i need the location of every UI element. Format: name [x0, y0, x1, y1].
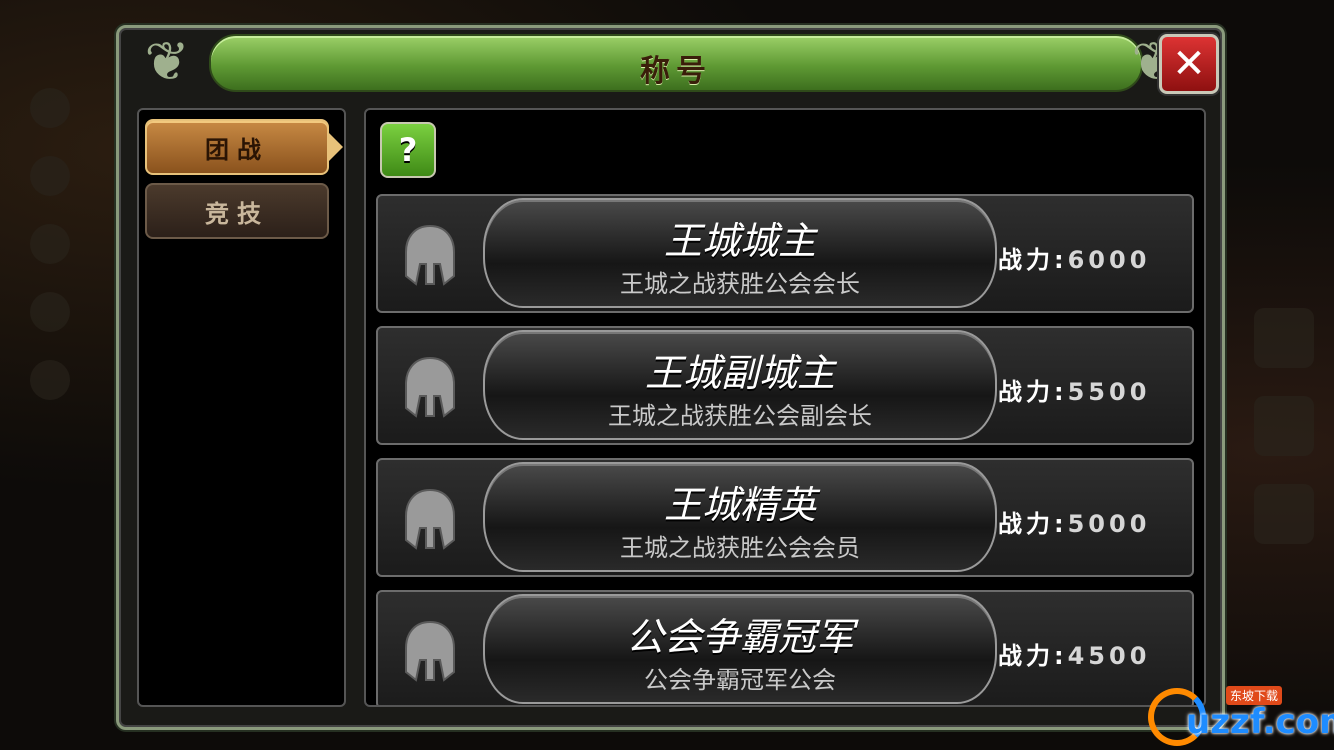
power-value: 战力:5000 — [998, 504, 1150, 539]
title-description: 王城之战获胜公会会长 — [620, 270, 860, 298]
tab-label: 竞技 — [205, 199, 269, 228]
power-label: 战力: — [998, 642, 1068, 670]
help-button[interactable]: ? — [380, 122, 436, 178]
titles-list-panel: ? 王城城主 王城之战获胜公会会长 战力:6000 王城副城主 王城之战获胜公会… — [364, 108, 1206, 707]
tab-label: 团战 — [205, 135, 269, 164]
background-right-menu — [1244, 280, 1324, 630]
watermark-text: uzzf.com — [1186, 702, 1334, 742]
question-icon: ? — [398, 131, 418, 169]
selected-arrow-icon — [329, 133, 343, 161]
helmet-icon — [405, 356, 455, 418]
background-icon — [1254, 484, 1314, 544]
helmet-icon — [405, 620, 455, 682]
background-icon — [30, 224, 70, 264]
power-value: 战力:4500 — [998, 636, 1150, 671]
title-row[interactable]: 王城精英 王城之战获胜公会会员 战力:5000 — [376, 458, 1194, 577]
power-number: 6000 — [1067, 246, 1151, 274]
title-plate: 王城精英 王城之战获胜公会会员 — [483, 462, 997, 572]
close-button[interactable]: ✕ — [1159, 34, 1219, 94]
background-icon — [30, 292, 70, 332]
site-watermark: uzzf.com 东坡下载 — [1148, 684, 1334, 746]
title-row[interactable]: 王城城主 王城之战获胜公会会长 战力:6000 — [376, 194, 1194, 313]
category-sidebar: 团战 竞技 — [137, 108, 346, 707]
ornament-left-icon: ❦ — [144, 30, 190, 93]
background-icon — [30, 360, 70, 400]
title-name: 王城精英 — [663, 483, 816, 527]
power-number: 4500 — [1067, 642, 1151, 670]
title-name: 王城副城主 — [644, 351, 835, 395]
title-dialog: ❦ 称号 ❦ ✕ 团战 竞技 ? 王城城主 王城之战获胜公会会长 战力:6000 — [116, 25, 1225, 730]
title-plate: 王城城主 王城之战获胜公会会长 — [483, 198, 997, 308]
power-label: 战力: — [998, 246, 1068, 274]
background-icon — [30, 88, 70, 128]
power-number: 5000 — [1067, 510, 1151, 538]
power-value: 战力:5500 — [998, 372, 1150, 407]
title-description: 公会争霸冠军公会 — [644, 666, 836, 694]
title-description: 王城之战获胜公会副会长 — [608, 402, 872, 430]
title-row[interactable]: 公会争霸冠军 公会争霸冠军公会 战力:4500 — [376, 590, 1194, 705]
title-description: 王城之战获胜公会会员 — [620, 534, 860, 562]
dialog-title: 称号 — [640, 54, 712, 89]
title-plate: 公会争霸冠军 公会争霸冠军公会 — [483, 594, 997, 704]
watermark-subtext: 东坡下载 — [1226, 686, 1283, 705]
title-name: 王城城主 — [663, 219, 816, 263]
power-number: 5500 — [1067, 378, 1151, 406]
tab-arena[interactable]: 竞技 — [145, 183, 329, 239]
background-icon — [1254, 308, 1314, 368]
power-value: 战力:6000 — [998, 240, 1150, 275]
close-icon: ✕ — [1172, 41, 1206, 87]
title-plate: 王城副城主 王城之战获胜公会副会长 — [483, 330, 997, 440]
background-icon — [30, 156, 70, 196]
title-row[interactable]: 王城副城主 王城之战获胜公会副会长 战力:5500 — [376, 326, 1194, 445]
dialog-title-bar: 称号 — [209, 34, 1143, 92]
tab-team-battle[interactable]: 团战 — [145, 119, 343, 175]
title-name: 公会争霸冠军 — [625, 615, 854, 659]
helmet-icon — [405, 224, 455, 286]
background-icon — [1254, 396, 1314, 456]
background-left-menu — [20, 60, 80, 660]
power-label: 战力: — [998, 510, 1068, 538]
helmet-icon — [405, 488, 455, 550]
power-label: 战力: — [998, 378, 1068, 406]
